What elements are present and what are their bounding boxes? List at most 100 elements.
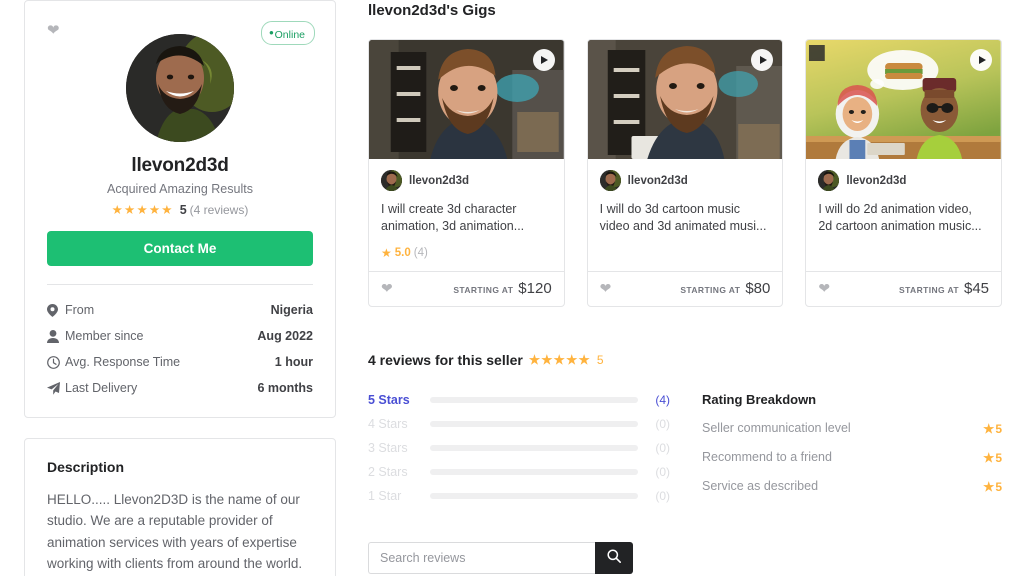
histogram-label: 2 Stars	[368, 464, 408, 479]
gig-seller-name: llevon2d3d	[846, 174, 907, 187]
histogram-bar	[430, 444, 638, 451]
profile-tagline: Acquired Amazing Results	[107, 182, 253, 196]
location-pin-icon	[47, 303, 65, 317]
breakdown-label: Seller communication level	[702, 421, 851, 435]
reviews-columns: 5 Stars (4) 4 Stars (0) 3 Stars (0) 2 St…	[368, 388, 1002, 508]
avatar[interactable]	[126, 34, 234, 142]
avatar	[599, 170, 621, 191]
reviews-heading-text: 4 reviews for this seller	[368, 351, 523, 368]
histogram-label: 1 Star	[368, 488, 402, 503]
star-icon: ★	[983, 479, 995, 494]
price-value: $120	[518, 279, 552, 297]
gig-seller[interactable]: llevon2d3d	[381, 170, 552, 191]
breakdown-label: Recommend to a friend	[702, 450, 832, 464]
price-label: Starting at	[680, 284, 741, 295]
histogram-bar	[430, 396, 638, 403]
breakdown-score: ★5	[983, 450, 1002, 465]
histogram-count: (0)	[655, 416, 670, 431]
stat-row-response-time: Avg. Response Time 1 hour	[47, 349, 313, 375]
heart-icon[interactable]: ❤	[381, 280, 393, 297]
play-icon[interactable]	[532, 49, 555, 71]
star-rating-icon: ★★★★★	[111, 203, 174, 217]
user-icon	[47, 329, 65, 343]
histogram-bar	[430, 492, 638, 499]
gig-card[interactable]: llevon2d3d I will do 3d cartoon music vi…	[586, 39, 784, 307]
gig-footer: ❤ Starting at $80	[587, 270, 783, 306]
gig-thumbnail[interactable]	[806, 40, 1002, 159]
gig-title[interactable]: I will do 2d animation video, 2d cartoon…	[818, 201, 989, 236]
histogram-row-5[interactable]: 5 Stars (4)	[368, 388, 670, 412]
gig-thumbnail[interactable]	[587, 40, 783, 159]
histogram-label: 3 Stars	[368, 440, 408, 455]
gig-price: Starting at $45	[899, 280, 989, 297]
price-label: Starting at	[453, 284, 514, 295]
histogram-row-4[interactable]: 4 Stars (0)	[368, 412, 670, 436]
gig-body: llevon2d3d I will do 3d cartoon music vi…	[588, 159, 783, 261]
gig-card[interactable]: llevon2d3d I will do 2d animation video,…	[805, 39, 1003, 307]
search-input[interactable]	[368, 541, 595, 574]
gig-seller[interactable]: llevon2d3d	[599, 170, 771, 191]
breakdown-row-communication: Seller communication level ★5	[702, 421, 1002, 436]
gig-thumbnail[interactable]	[369, 40, 564, 159]
gig-rating-score: 5.0	[394, 247, 411, 259]
profile-rating: ★★★★★ 5 (4 reviews)	[47, 202, 313, 218]
histogram-row-2[interactable]: 2 Stars (0)	[368, 460, 670, 484]
reviews-heading: 4 reviews for this seller ★★★★★ 5	[368, 352, 1002, 368]
description-body: HELLO..... Llevon2D3D is the name of our…	[47, 492, 303, 571]
heart-icon[interactable]: ❤	[47, 23, 60, 38]
gigs-section-title: llevon2d3d's Gigs	[368, 2, 496, 19]
breakdown-score-value: 5	[995, 479, 1002, 494]
stat-value: 6 months	[257, 381, 313, 395]
histogram-count: (0)	[655, 464, 670, 479]
gig-seller[interactable]: llevon2d3d	[818, 170, 989, 191]
histogram-row-1[interactable]: 1 Star (0)	[368, 484, 670, 508]
stat-row-from: From Nigeria	[47, 297, 313, 323]
profile-card: ❤ •Online llevon2d3d Acquired Amazing Re…	[24, 0, 336, 418]
breakdown-score: ★5	[983, 421, 1002, 436]
heart-icon[interactable]: ❤	[818, 280, 830, 297]
right-column: llevon2d3d's Gigs llevon2d3d I will crea…	[368, 0, 1003, 576]
stat-label: From	[65, 303, 95, 317]
price-label: Starting at	[899, 284, 959, 295]
profile-stats: From Nigeria Member since Aug 2022 Avg. …	[47, 285, 313, 417]
contact-me-button[interactable]: Contact Me	[47, 231, 313, 266]
stat-label: Last Delivery	[65, 381, 138, 395]
play-icon[interactable]	[970, 49, 993, 71]
gig-footer: ❤ Starting at $45	[806, 270, 1002, 306]
heart-icon[interactable]: ❤	[600, 280, 612, 297]
breakdown-score-value: 5	[995, 450, 1002, 465]
gig-title[interactable]: I will do 3d cartoon music video and 3d …	[600, 201, 771, 236]
gig-body: llevon2d3d I will do 2d animation video,…	[806, 159, 1001, 261]
gig-rating	[818, 246, 989, 261]
stat-row-last-delivery: Last Delivery 6 months	[47, 375, 313, 401]
histogram-label: 5 Stars	[368, 392, 410, 407]
histogram-count: (4)	[655, 392, 670, 407]
left-column: ❤ •Online llevon2d3d Acquired Amazing Re…	[24, 0, 336, 576]
status-badge-label: Online	[274, 28, 305, 41]
histogram-row-3[interactable]: 3 Stars (0)	[368, 436, 670, 460]
breakdown-row-service: Service as described ★5	[702, 479, 1002, 494]
search-button[interactable]	[595, 541, 633, 574]
gig-price: Starting at $80	[680, 280, 770, 297]
breakdown-score-value: 5	[995, 421, 1002, 436]
page-title: llevon2d3d	[131, 155, 229, 176]
description-card: Description HELLO..... Llevon2D3D is the…	[24, 438, 336, 576]
stat-label: Avg. Response Time	[65, 355, 181, 369]
status-badge: •Online	[261, 21, 315, 45]
description-title: Description	[47, 459, 125, 475]
gig-rating-count: (4)	[413, 247, 428, 259]
star-rating-icon: ★★★★★	[528, 353, 591, 367]
rating-score: 5	[179, 202, 187, 217]
star-icon: ★	[983, 450, 995, 465]
histogram-label: 4 Stars	[368, 416, 408, 431]
price-value: $45	[963, 279, 990, 297]
stat-value: 1 hour	[274, 355, 313, 369]
gig-rating: ★ 5.0 (4)	[381, 246, 552, 261]
price-value: $80	[745, 279, 771, 297]
gig-card[interactable]: llevon2d3d I will create 3d character an…	[368, 39, 565, 307]
histogram-bar	[430, 420, 638, 427]
gig-seller-name: llevon2d3d	[627, 174, 688, 187]
gig-title[interactable]: I will create 3d character animation, 3d…	[381, 201, 552, 236]
avatar	[381, 170, 402, 191]
review-search	[368, 541, 633, 574]
